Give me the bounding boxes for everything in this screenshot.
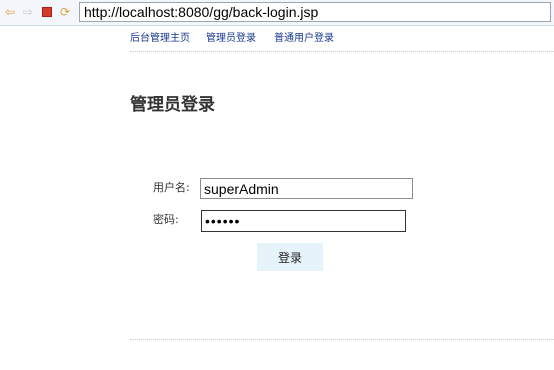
stop-icon[interactable] (40, 5, 54, 19)
forward-arrow-icon[interactable]: ⇨ (21, 5, 35, 19)
username-label: 用户名: (153, 181, 190, 194)
top-nav: 后台管理主页 管理员登录 普通用户登录 (130, 33, 554, 52)
username-input[interactable] (200, 178, 413, 199)
password-input[interactable] (201, 210, 406, 232)
browser-toolbar: ⇦ ⇨ ⟳ http://localhost:8080/gg/back-logi… (0, 0, 554, 26)
password-label: 密码: (153, 213, 179, 226)
page-title: 管理员登录 (130, 95, 215, 115)
bottom-divider (130, 339, 554, 340)
refresh-icon[interactable]: ⟳ (58, 5, 72, 19)
back-arrow-icon[interactable]: ⇦ (3, 5, 17, 19)
nav-link-admin-home[interactable]: 后台管理主页 (130, 33, 190, 45)
login-button[interactable]: 登录 (257, 243, 323, 271)
address-bar[interactable]: http://localhost:8080/gg/back-login.jsp (79, 2, 551, 22)
nav-link-user-login[interactable]: 普通用户登录 (274, 33, 334, 45)
nav-link-admin-login[interactable]: 管理员登录 (206, 33, 256, 45)
